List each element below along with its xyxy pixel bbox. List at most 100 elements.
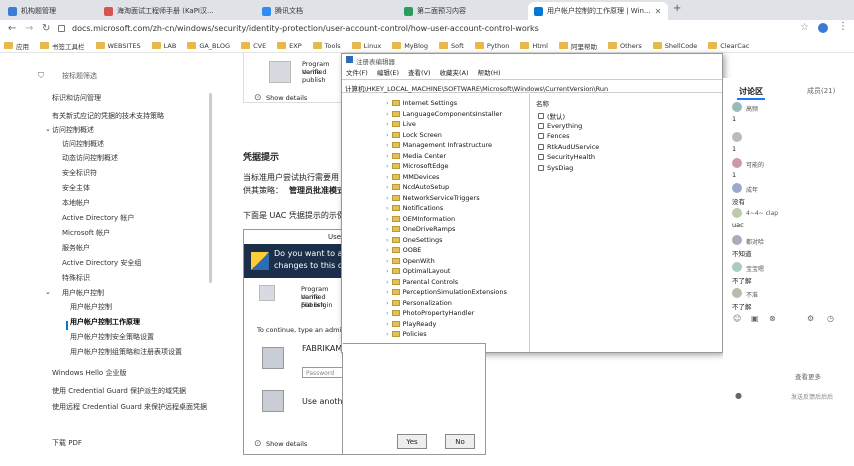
chevron-down-icon[interactable]: ⌄ (45, 125, 51, 133)
registry-key[interactable]: › Personalization (386, 299, 452, 307)
bookmark-item[interactable]: CVE (241, 42, 266, 50)
no-button[interactable]: No (445, 434, 475, 449)
regedit-menu-item[interactable]: 帮助(H) (478, 67, 501, 78)
profile-avatar[interactable] (818, 23, 828, 33)
expand-arrow-icon[interactable]: › (386, 120, 389, 128)
registry-value[interactable]: RtkAudUService (538, 143, 599, 151)
close-tab-icon[interactable]: ✕ (655, 7, 662, 16)
expand-arrow-icon[interactable]: › (386, 278, 389, 286)
new-tab-icon[interactable]: + (673, 3, 681, 14)
expand-arrow-icon[interactable]: › (386, 173, 389, 181)
bookmark-item[interactable]: Tools (312, 42, 341, 50)
nav-item[interactable]: 下载 PDF (52, 438, 82, 448)
nav-item[interactable]: 使用 Credential Guard 保护派生的域凭据 (52, 386, 186, 396)
registry-key[interactable]: › Parental Controls (386, 278, 458, 286)
image-icon[interactable]: ▣ (751, 314, 759, 323)
bookmark-item[interactable]: Soft (439, 42, 464, 50)
regedit-menu-item[interactable]: 收藏夹(A) (440, 67, 469, 78)
tab-3[interactable]: 第二面预习内容 (398, 2, 526, 20)
menu-icon[interactable]: ⋮ (838, 21, 848, 32)
forward-icon[interactable]: → (25, 23, 33, 34)
nav-item[interactable]: 用户帐户控制 (62, 288, 104, 298)
registry-key[interactable]: › Policies (386, 330, 427, 338)
nav-item[interactable]: 访问控制概述 (52, 125, 94, 135)
registry-key[interactable]: › OpenWith (386, 257, 435, 265)
registry-key[interactable]: › Management Infrastructure (386, 141, 492, 149)
expand-arrow-icon[interactable]: › (386, 194, 389, 202)
nav-item[interactable]: 用户帐户控制工作原理 (70, 317, 140, 327)
tab-members[interactable]: 成员(21) (807, 86, 835, 96)
bookmark-item[interactable]: Linux (351, 42, 381, 50)
password-field[interactable]: Password (302, 367, 344, 378)
nav-item[interactable]: Active Directory 帐户 (62, 213, 134, 223)
registry-key[interactable]: › PerceptionSimulationExtensions (386, 288, 507, 296)
nav-item[interactable]: 使用远程 Credential Guard 来保护远程桌面凭据 (52, 402, 207, 412)
expand-arrow-icon[interactable]: › (386, 309, 389, 317)
yes-button[interactable]: Yes (397, 434, 427, 449)
reload-icon[interactable]: ↻ (42, 23, 50, 34)
registry-key[interactable]: › Media Center (386, 152, 446, 160)
expand-arrow-icon[interactable]: › (386, 299, 389, 307)
expand-arrow-icon[interactable]: › (386, 320, 389, 328)
registry-key[interactable]: › NetworkServiceTriggers (386, 194, 480, 202)
expand-arrow-icon[interactable]: › (386, 162, 389, 170)
bookmark-item[interactable]: LAB (151, 42, 176, 50)
close-icon[interactable]: ⊗ (769, 314, 776, 323)
registry-key[interactable]: › OOBE (386, 246, 421, 254)
mic-icon[interactable]: ● (735, 391, 742, 400)
nav-item[interactable]: Active Directory 安全组 (62, 258, 141, 268)
registry-key[interactable]: › OEMInformation (386, 215, 455, 223)
nav-item[interactable]: 安全主体 (62, 183, 90, 193)
bookmark-item[interactable]: ClearCac (708, 42, 749, 50)
filter-input[interactable]: 按标题筛选 (62, 71, 97, 81)
registry-key[interactable]: › Live (386, 120, 416, 128)
expand-arrow-icon[interactable]: › (386, 131, 389, 139)
registry-key[interactable]: › LanguageComponentsInstaller (386, 110, 502, 118)
nav-item[interactable]: 用户帐户控制组策略和注册表项设置 (70, 347, 182, 357)
nav-item[interactable]: 特殊标识 (62, 273, 90, 283)
nav-item[interactable]: 标识和访问管理 (52, 93, 101, 103)
regedit-path[interactable]: 计算机\HKEY_LOCAL_MACHINE\SOFTWARE\Microsof… (345, 83, 608, 93)
tab-4[interactable]: 用户帐户控制的工作原理 | Win... ✕ (528, 2, 668, 20)
nav-scrollbar[interactable] (209, 93, 212, 283)
expand-arrow-icon[interactable]: › (386, 110, 389, 118)
bookmark-item[interactable]: 书签工具栏 (40, 41, 85, 51)
registry-key[interactable]: › NcdAutoSetup (386, 183, 449, 191)
expand-arrow-icon[interactable]: › (386, 225, 389, 233)
chevron-down-icon[interactable]: ⌄ (45, 288, 51, 296)
registry-key[interactable]: › MMDevices (386, 173, 439, 181)
registry-value[interactable]: (默认) (538, 111, 565, 121)
expand-arrow-icon[interactable]: › (386, 204, 389, 212)
registry-value[interactable]: SecurityHealth (538, 153, 595, 161)
registry-value[interactable]: Everything (538, 122, 582, 130)
regedit-address-bar[interactable]: 计算机\HKEY_LOCAL_MACHINE\SOFTWARE\Microsof… (342, 79, 722, 93)
registry-key[interactable]: › OneDriveRamps (386, 225, 455, 233)
nav-item[interactable]: 有关新式应记的凭据的技术支持策略 (52, 111, 164, 121)
bookmark-item[interactable]: Html (520, 42, 548, 50)
bookmark-item[interactable]: 应用 (4, 41, 29, 51)
back-icon[interactable]: ← (8, 23, 16, 34)
registry-key[interactable]: › Lock Screen (386, 131, 442, 139)
registry-key[interactable]: › OneSettings (386, 236, 443, 244)
bookmark-item[interactable]: ShellCode (652, 42, 697, 50)
regedit-menu-item[interactable]: 编辑(E) (377, 67, 399, 78)
nav-item[interactable]: 动态访问控制概述 (62, 153, 118, 163)
nav-item[interactable]: 安全标识符 (62, 168, 97, 178)
expand-arrow-icon[interactable]: › (386, 246, 389, 254)
nav-item[interactable]: 用户帐户控制安全策略设置 (70, 332, 154, 342)
star-icon[interactable]: ☆ (800, 22, 809, 33)
regedit-menu-item[interactable]: 文件(F) (346, 67, 368, 78)
show-details-link[interactable]: Show details (266, 94, 307, 102)
tab-2[interactable]: 腾讯文档 (256, 2, 396, 20)
nav-item[interactable]: 服务帐户 (62, 243, 90, 253)
nav-item[interactable]: 本地帐户 (62, 198, 90, 208)
lock-icon[interactable] (58, 25, 65, 32)
bookmark-item[interactable]: Python (474, 42, 509, 50)
registry-value[interactable]: SysDiag (538, 164, 573, 172)
expand-arrow-icon[interactable]: › (386, 152, 389, 160)
registry-key[interactable]: › Notifications (386, 204, 443, 212)
send-icon[interactable]: ◷ (827, 314, 834, 323)
registry-key[interactable]: › Internet Settings (386, 99, 457, 107)
bookmark-item[interactable]: WEBSITES (95, 42, 141, 50)
bookmark-item[interactable]: 阿里帮助 (558, 41, 597, 51)
